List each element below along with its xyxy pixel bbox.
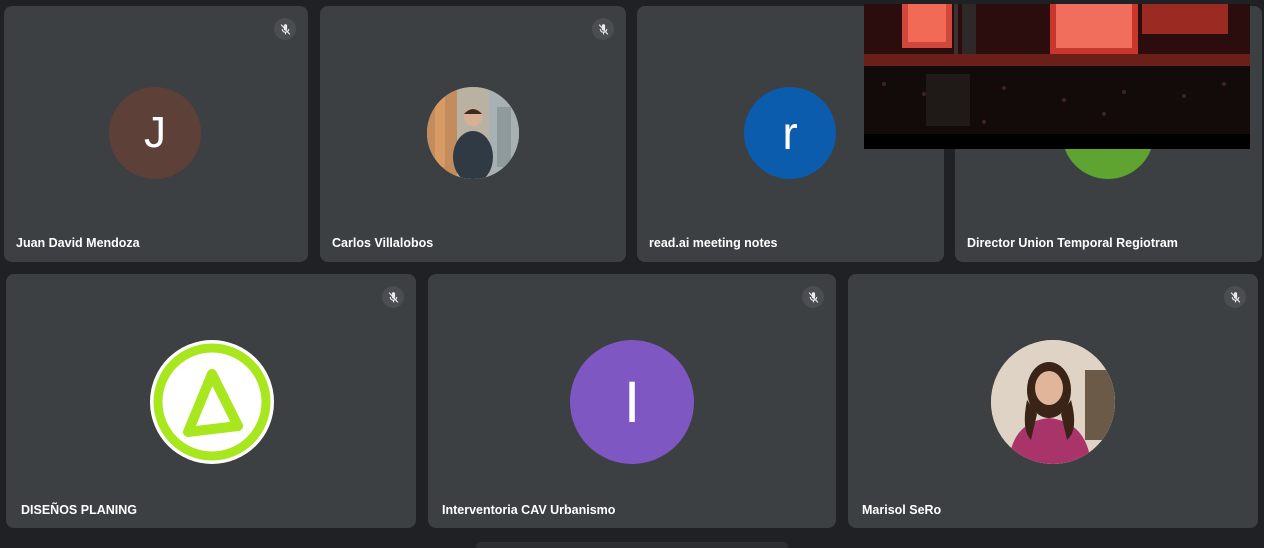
avatar: r: [744, 87, 836, 179]
avatar-photo: [991, 340, 1115, 464]
participant-tile-marisol-sero[interactable]: Marisol SeRo: [848, 274, 1258, 528]
avatar-initial: I: [623, 369, 641, 435]
avatar-photo: [427, 87, 519, 179]
meeting-grid: J Juan David Mendoza Carlos Villalobos r: [0, 0, 1264, 548]
participant-tile-juan-david-mendoza[interactable]: J Juan David Mendoza: [4, 6, 308, 262]
participant-name: Director Union Temporal Regiotram: [967, 236, 1178, 250]
disenos-planing-logo: [150, 340, 274, 464]
mic-off-icon: [1224, 286, 1246, 308]
participant-name: Marisol SeRo: [862, 503, 942, 517]
participant-name: Juan David Mendoza: [16, 236, 140, 250]
participant-tile-disenos-planing[interactable]: DISEÑOS PLANING: [6, 274, 416, 528]
avatar-initial: J: [144, 108, 166, 157]
avatar: J: [109, 87, 201, 179]
pip-video-window[interactable]: [864, 4, 1250, 149]
mic-off-icon: [592, 18, 614, 40]
bottom-toolbar-edge: [476, 542, 788, 548]
participant-name: read.ai meeting notes: [649, 236, 778, 250]
mic-off-icon: [802, 286, 824, 308]
avatar-initial: r: [782, 107, 798, 159]
avatar: I: [570, 340, 694, 464]
participant-name: Carlos Villalobos: [332, 236, 434, 250]
mic-off-icon: [274, 18, 296, 40]
participant-tile-interventoria-cav[interactable]: I Interventoria CAV Urbanismo: [428, 274, 836, 528]
participant-tile-carlos-villalobos[interactable]: Carlos Villalobos: [320, 6, 626, 262]
participant-name: DISEÑOS PLANING: [21, 503, 137, 517]
concert-video-frame: [864, 4, 1250, 149]
participant-name: Interventoria CAV Urbanismo: [442, 503, 616, 517]
mic-off-icon: [382, 286, 404, 308]
